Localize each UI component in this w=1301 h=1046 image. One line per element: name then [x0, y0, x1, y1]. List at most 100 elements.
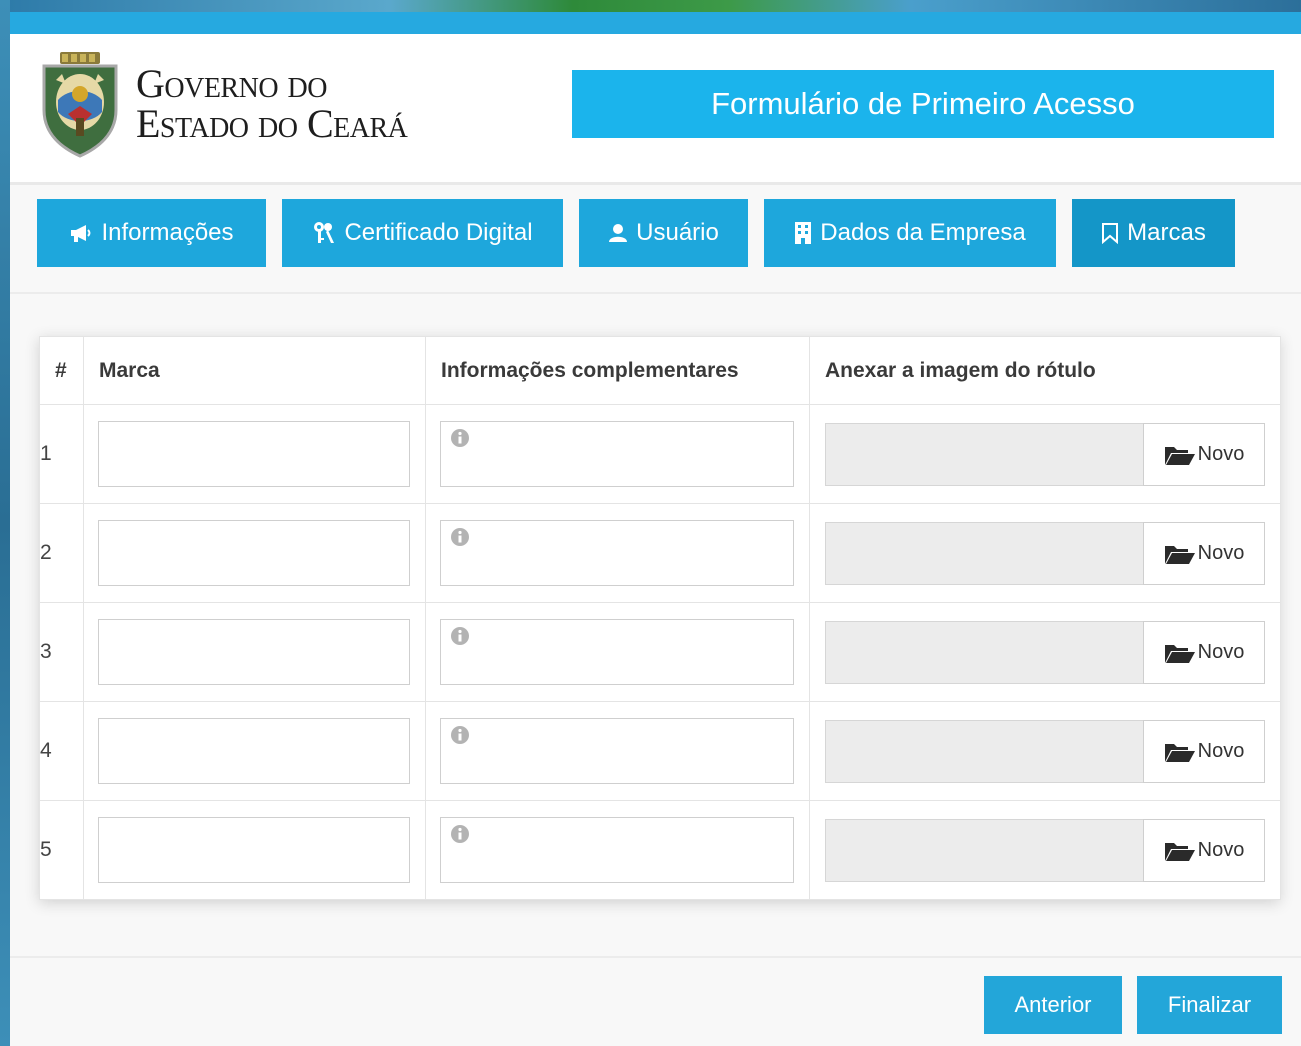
marca-cell	[83, 503, 426, 603]
table-row: 5 Novo	[39, 800, 1281, 900]
tab-marcas[interactable]: Marcas	[1072, 199, 1235, 267]
novo-button[interactable]: Novo	[1143, 423, 1265, 486]
tab-usuario[interactable]: Usuário	[579, 199, 748, 267]
form-panel: Governo do Estado do Ceará Formulário de…	[10, 12, 1301, 1046]
file-cell: Novo	[809, 701, 1281, 801]
table-row: 3 Novo	[39, 602, 1281, 702]
tab-dados-empresa[interactable]: Dados da Empresa	[764, 199, 1056, 267]
footer-divider	[10, 956, 1301, 958]
info-input[interactable]	[440, 817, 794, 883]
info-icon	[451, 429, 469, 447]
file-upload-group: Novo	[825, 819, 1265, 882]
info-input[interactable]	[440, 718, 794, 784]
novo-button[interactable]: Novo	[1143, 720, 1265, 783]
info-icon	[451, 528, 469, 546]
info-cell	[425, 404, 810, 504]
file-name-display[interactable]	[825, 720, 1143, 783]
file-cell: Novo	[809, 602, 1281, 702]
info-input[interactable]	[440, 421, 794, 487]
marca-cell	[83, 701, 426, 801]
info-input[interactable]	[440, 520, 794, 586]
file-cell: Novo	[809, 404, 1281, 504]
novo-button[interactable]: Novo	[1143, 621, 1265, 684]
form-title-banner: Formulário de Primeiro Acesso	[572, 70, 1274, 138]
user-icon	[609, 224, 628, 242]
tab-usuario-label: Usuário	[636, 219, 719, 246]
building-icon	[795, 222, 812, 244]
government-title: Governo do Estado do Ceará	[136, 61, 408, 144]
info-icon	[451, 825, 469, 843]
file-cell: Novo	[809, 503, 1281, 603]
tab-informacoes[interactable]: Informações	[37, 199, 266, 267]
row-number: 4	[39, 701, 84, 801]
folder-open-icon	[1164, 842, 1195, 861]
tab-certificado-digital-label: Certificado Digital	[344, 219, 533, 246]
novo-button-label: Novo	[1197, 740, 1245, 762]
brands-table: # Marca Informações complementares Anexa…	[39, 336, 1281, 900]
folder-open-icon	[1164, 644, 1195, 663]
info-icon	[451, 627, 469, 645]
info-input[interactable]	[440, 619, 794, 685]
background-strip	[0, 0, 1301, 12]
novo-button[interactable]: Novo	[1143, 819, 1265, 882]
finalizar-button[interactable]: Finalizar	[1137, 976, 1282, 1034]
file-upload-group: Novo	[825, 522, 1265, 585]
info-icon	[451, 726, 469, 744]
brands-card: # Marca Informações complementares Anexa…	[39, 336, 1281, 900]
column-header-info: Informações complementares	[425, 336, 810, 405]
background-left-edge	[0, 0, 10, 1046]
marca-input[interactable]	[98, 817, 410, 883]
file-name-display[interactable]	[825, 621, 1143, 684]
tab-certificado-digital[interactable]: Certificado Digital	[282, 199, 563, 267]
file-upload-group: Novo	[825, 720, 1265, 783]
novo-button-label: Novo	[1197, 542, 1245, 564]
table-row: 2 Novo	[39, 503, 1281, 603]
marca-cell	[83, 404, 426, 504]
file-name-display[interactable]	[825, 423, 1143, 486]
column-header-file: Anexar a imagem do rótulo	[809, 336, 1281, 405]
file-name-display[interactable]	[825, 522, 1143, 585]
coat-of-arms-logo	[42, 52, 118, 158]
anterior-button[interactable]: Anterior	[984, 976, 1122, 1034]
folder-open-icon	[1164, 743, 1195, 762]
novo-button-label: Novo	[1197, 839, 1245, 861]
folder-open-icon	[1164, 446, 1195, 465]
file-upload-group: Novo	[825, 423, 1265, 486]
column-header-number: #	[39, 336, 84, 405]
file-cell: Novo	[809, 800, 1281, 900]
marca-cell	[83, 800, 426, 900]
table-row: 1 Novo	[39, 404, 1281, 504]
marca-input[interactable]	[98, 718, 410, 784]
marca-input[interactable]	[98, 619, 410, 685]
table-row: 4 Novo	[39, 701, 1281, 801]
marca-input[interactable]	[98, 421, 410, 487]
row-number: 3	[39, 602, 84, 702]
novo-button-label: Novo	[1197, 641, 1245, 663]
file-name-display[interactable]	[825, 819, 1143, 882]
marca-input[interactable]	[98, 520, 410, 586]
folder-open-icon	[1164, 545, 1195, 564]
novo-button-label: Novo	[1197, 443, 1245, 465]
government-title-line1: Governo do	[136, 61, 328, 106]
column-header-marca: Marca	[83, 336, 426, 405]
info-cell	[425, 503, 810, 603]
table-header-row: # Marca Informações complementares Anexa…	[39, 336, 1281, 405]
row-number: 1	[39, 404, 84, 504]
keys-icon	[314, 222, 335, 243]
marca-cell	[83, 602, 426, 702]
row-number: 5	[39, 800, 84, 900]
tabs-divider	[10, 292, 1301, 294]
file-upload-group: Novo	[825, 621, 1265, 684]
tab-dados-empresa-label: Dados da Empresa	[820, 219, 1026, 246]
row-number: 2	[39, 503, 84, 603]
page-header: Governo do Estado do Ceará Formulário de…	[10, 34, 1301, 185]
info-cell	[425, 701, 810, 801]
tab-marcas-label: Marcas	[1127, 219, 1206, 246]
novo-button[interactable]: Novo	[1143, 522, 1265, 585]
bookmark-icon	[1102, 223, 1119, 244]
info-cell	[425, 800, 810, 900]
tab-informacoes-label: Informações	[101, 219, 234, 246]
megaphone-icon	[71, 225, 91, 242]
info-cell	[425, 602, 810, 702]
top-accent-bar	[10, 12, 1301, 34]
